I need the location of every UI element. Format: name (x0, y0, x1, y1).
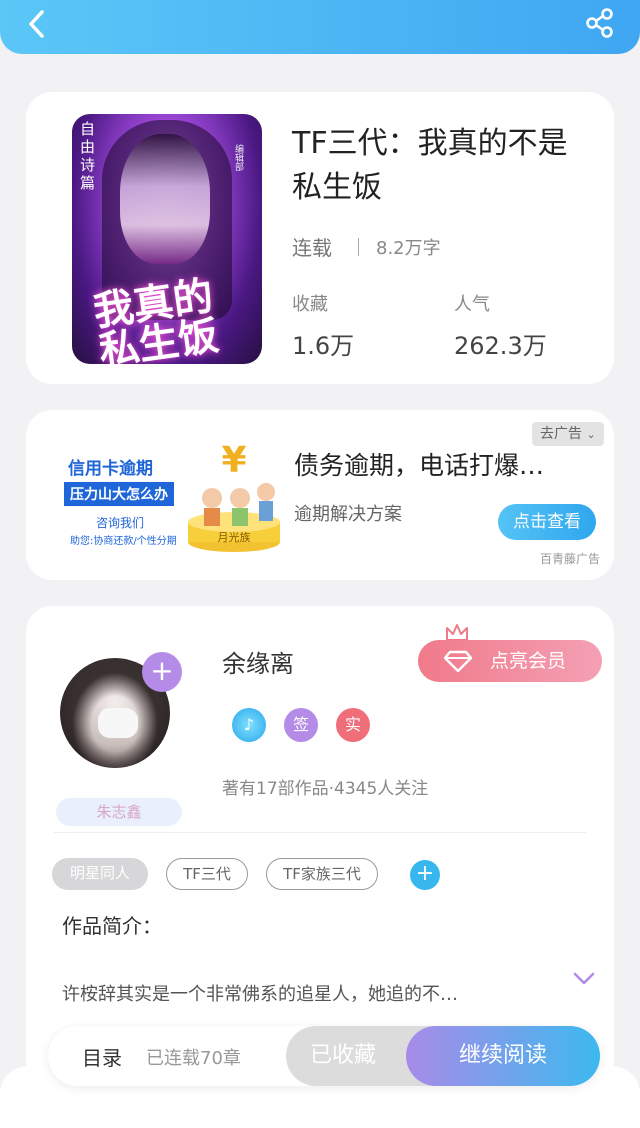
verified-badge: 实 (336, 708, 370, 742)
ad-title[interactable]: 债务逾期，电话打爆… (294, 446, 544, 482)
ad-card[interactable]: 信用卡逾期 压力山大怎么办 咨询我们 助您:协商还款/个性分期 ¥ 月光族 债务… (26, 410, 614, 580)
popularity-value: 262.3万 (454, 332, 547, 360)
chevron-down-icon: ⌄ (586, 428, 596, 441)
add-tag-button[interactable]: + (410, 860, 440, 890)
ad-image-line3: 咨询我们 (96, 516, 145, 530)
popularity-label: 人气 (454, 294, 490, 315)
vip-label: 点亮会员 (490, 650, 567, 672)
remove-ad-label: 去广告 (540, 426, 582, 442)
author-name[interactable]: 余缘离 (222, 644, 294, 679)
cover-title-art: 我真的私生饭 (90, 272, 222, 364)
divider (54, 832, 586, 833)
tag-tf-family[interactable]: TF家族三代 (266, 858, 378, 890)
favorites-label: 收藏 (292, 294, 328, 315)
word-count: 8.2万字 (376, 238, 441, 259)
coin-illustration-icon: ¥ 月光族 (188, 440, 280, 552)
toc-button[interactable]: 目录 (82, 1042, 122, 1071)
ad-image-line4: 助您:协商还款/个性分期 (70, 536, 177, 547)
top-bar (0, 0, 640, 54)
follow-author-button[interactable]: + (142, 652, 182, 692)
chapter-count: 已连载70章 (146, 1048, 241, 1069)
bottom-action-bar: 目录 已连载70章 已收藏 继续阅读 (48, 1026, 600, 1086)
intro-label: 作品简介： (62, 914, 162, 938)
tag-tf3[interactable]: TF三代 (166, 858, 248, 890)
plus-icon: + (150, 654, 174, 687)
ad-image-line1: 信用卡逾期 (68, 459, 153, 479)
divider (358, 238, 359, 256)
fan-tag: 朱志鑫 (56, 798, 182, 826)
ad-subtitle: 逾期解决方案 (294, 504, 402, 525)
ad-image[interactable]: 信用卡逾期 压力山大怎么办 咨询我们 助您:协商还款/个性分期 ¥ 月光族 (54, 432, 290, 560)
cover-author-text: 编辑部 (233, 144, 243, 171)
remove-ad-button[interactable]: 去广告 ⌄ (532, 422, 604, 446)
svg-text:¥: ¥ (221, 440, 246, 481)
vip-button[interactable]: 点亮会员 (418, 640, 602, 682)
book-cover[interactable]: 自由诗篇 编辑部 我真的私生饭 (72, 114, 262, 364)
ad-cta-button[interactable]: 点击查看 (498, 504, 596, 540)
cover-side-text: 自由诗篇 (80, 120, 96, 192)
chevron-left-icon (29, 10, 44, 38)
cover-art-face (120, 134, 210, 264)
author-meta: 著有17部作品·4345人关注 (222, 779, 429, 799)
avatar-mask (98, 708, 138, 738)
ad-image-banner: 月光族 (218, 530, 251, 544)
back-button[interactable] (22, 6, 52, 42)
diamond-icon (444, 650, 472, 672)
book-info-card: 自由诗篇 编辑部 我真的私生饭 TF三代：我真的不是私生饭 连载 8.2万字 收… (26, 92, 614, 384)
book-title: TF三代：我真的不是私生饭 (292, 126, 568, 205)
music-note-icon: ♪ (243, 715, 255, 734)
intro-text: 许桉辞其实是一个非常佛系的追星人，她追的不… (62, 984, 458, 1005)
signed-badge: 签 (284, 708, 318, 742)
tag-star-fanfic[interactable]: 明星同人 (52, 858, 148, 890)
continue-reading-button[interactable]: 继续阅读 (406, 1026, 600, 1086)
music-badge: ♪ (232, 708, 266, 742)
favorites-value: 1.6万 (292, 332, 355, 360)
ad-source: 百青藤广告 (540, 552, 601, 566)
share-button[interactable] (583, 6, 617, 40)
ad-image-line2: 压力山大怎么办 (64, 482, 174, 506)
plus-icon: + (415, 861, 435, 886)
chevron-down-icon[interactable] (572, 970, 596, 988)
book-status: 连载 (292, 236, 332, 260)
author-card: + 朱志鑫 余缘离 点亮会员 ♪ 签 实 著有17部作品·4345人关注 明星同… (26, 606, 614, 1086)
share-icon (586, 8, 613, 38)
